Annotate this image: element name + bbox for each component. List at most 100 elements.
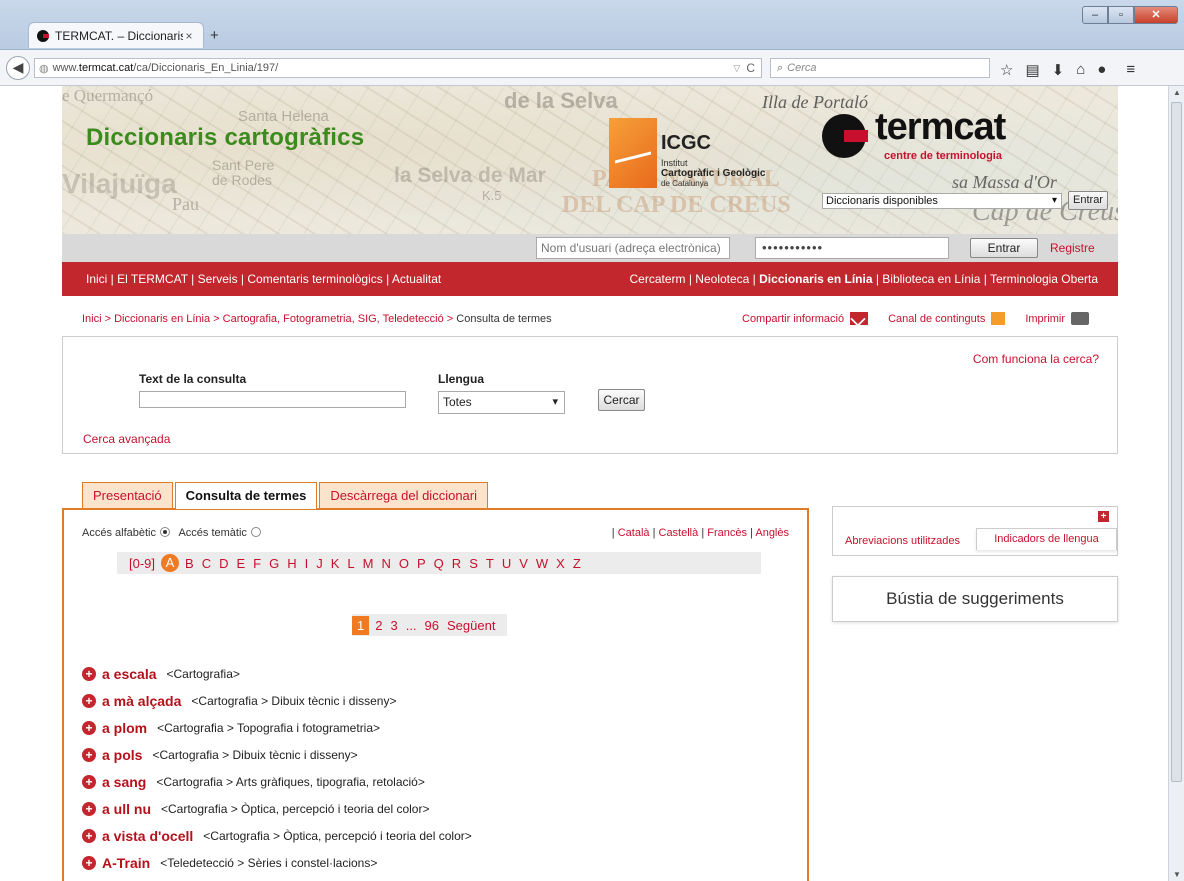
alpha-link[interactable]: K (331, 556, 340, 571)
pocket-icon[interactable]: ● (1097, 61, 1106, 79)
alpha-link[interactable]: Z (573, 556, 581, 571)
breadcrumb-links[interactable]: Inici > Diccionaris en Línia > Cartograf… (82, 313, 456, 325)
address-bar[interactable]: ◍ www. termcat.cat /ca/Diccionaris_En_Li… (34, 58, 762, 78)
alpha-link[interactable]: C (202, 556, 211, 571)
home-icon[interactable]: ⌂ (1076, 61, 1085, 79)
search-help-link[interactable]: Com funciona la cerca? (973, 352, 1099, 366)
username-input[interactable]: Nom d'usuari (adreça electrònica) (536, 237, 730, 259)
print-link[interactable]: Imprimir (1025, 313, 1065, 325)
alpha-link[interactable]: D (219, 556, 228, 571)
alpha-link[interactable]: P (417, 556, 426, 571)
scroll-thumb[interactable] (1171, 102, 1182, 782)
tab-abbreviations[interactable]: Abreviacions utilitzades (845, 535, 960, 547)
scroll-down-icon[interactable]: ▼ (1173, 870, 1181, 879)
search-button[interactable]: Cercar (598, 389, 645, 411)
language-select[interactable]: Totes (438, 391, 565, 414)
suggestions-box-button[interactable]: Bústia de suggeriments (832, 576, 1118, 622)
menu-right-links[interactable]: Cercaterm | Neoloteca | Diccionaris en L… (630, 272, 1098, 286)
alpha-link[interactable]: V (519, 556, 528, 571)
hamburger-menu-icon[interactable]: ≡ (1126, 61, 1135, 79)
site-title[interactable]: Diccionaris cartogràfics (86, 124, 364, 152)
lang-link-angles[interactable]: Anglès (755, 527, 789, 539)
termcat-logo-icon[interactable] (822, 114, 868, 158)
term-link[interactable]: a ull nu (102, 801, 151, 817)
page-link[interactable]: 96 (425, 618, 439, 633)
page-link-active[interactable]: 1 (352, 615, 370, 635)
alpha-link[interactable]: H (287, 556, 296, 571)
alpha-link-active[interactable]: A (161, 554, 180, 572)
tab-presentacio[interactable]: Presentació (82, 482, 173, 508)
feed-link[interactable]: Canal de continguts (888, 313, 985, 325)
termcat-name[interactable]: termcat (875, 106, 1006, 149)
expand-plus-icon[interactable]: + (82, 801, 96, 816)
reload-icon[interactable]: C (746, 61, 761, 75)
alpha-link[interactable]: X (556, 556, 565, 571)
alpha-link[interactable]: O (399, 556, 409, 571)
thematic-access-radio[interactable] (250, 527, 261, 537)
alpha-link-digits[interactable]: [0-9] (129, 556, 155, 571)
login-button[interactable]: Entrar (970, 238, 1038, 258)
alpha-link[interactable]: M (363, 556, 374, 571)
alpha-link[interactable]: R (452, 556, 461, 571)
dictionaries-go-button[interactable]: Entrar (1068, 191, 1108, 210)
share-link[interactable]: Compartir informació (742, 313, 844, 325)
advanced-search-link[interactable]: Cerca avançada (83, 432, 170, 446)
password-input[interactable]: ••••••••••• (755, 237, 949, 259)
expand-plus-icon[interactable]: + (1098, 511, 1109, 522)
menu-left-links[interactable]: Inici | El TERMCAT | Serveis | Comentari… (86, 272, 441, 286)
lang-link-castella[interactable]: Castellà (659, 527, 699, 539)
expand-plus-icon[interactable]: + (82, 828, 96, 843)
lang-link-frances[interactable]: Francès (707, 527, 747, 539)
alpha-link[interactable]: G (269, 556, 279, 571)
expand-plus-icon[interactable]: + (82, 774, 96, 789)
back-arrow-icon[interactable]: ◀ (6, 56, 30, 80)
menu-right-a[interactable]: Cercaterm | Neoloteca | (630, 272, 760, 286)
browser-search-input[interactable]: ⌕ Cerca (770, 58, 990, 78)
query-input[interactable] (139, 391, 406, 408)
menu-right-c[interactable]: | Biblioteca en Línia | Terminologia Obe… (873, 272, 1098, 286)
alpha-link[interactable]: U (502, 556, 511, 571)
lang-link-catala[interactable]: Català (618, 527, 650, 539)
expand-plus-icon[interactable]: + (82, 666, 96, 681)
page-scrollbar[interactable]: ▲ ▼ (1168, 86, 1184, 881)
alpha-link[interactable]: E (236, 556, 245, 571)
dictionaries-select[interactable]: Diccionaris disponibles (822, 193, 1062, 209)
printer-icon[interactable] (1071, 312, 1090, 325)
term-link[interactable]: a vista d'ocell (102, 828, 193, 844)
download-icon[interactable]: ⬇ (1052, 61, 1065, 79)
rss-icon[interactable] (991, 312, 1006, 325)
next-page-link[interactable]: Següent (447, 618, 495, 633)
term-link[interactable]: a sang (102, 774, 146, 790)
alpha-link[interactable]: L (347, 556, 354, 571)
tab-descarrega[interactable]: Descàrrega del diccionari (319, 482, 488, 508)
tab-close-icon[interactable]: × (183, 29, 195, 43)
term-link[interactable]: A-Train (102, 855, 150, 871)
new-tab-button[interactable]: + (210, 27, 219, 44)
mail-icon[interactable] (850, 312, 869, 325)
alpha-link[interactable]: N (381, 556, 390, 571)
browser-tab[interactable]: TERMCAT. – Diccionaris ca... × (28, 22, 204, 48)
alpha-access-radio[interactable] (159, 527, 170, 537)
menu-current-item[interactable]: Diccionaris en Línia (759, 272, 872, 286)
alpha-link[interactable]: W (536, 556, 548, 571)
reading-list-icon[interactable]: ▤ (1025, 61, 1039, 79)
bookmark-star-icon[interactable]: ☆ (1000, 61, 1013, 79)
close-window-button[interactable]: ✕ (1134, 6, 1178, 24)
minimize-button[interactable]: – (1082, 6, 1108, 24)
alpha-link[interactable]: F (253, 556, 261, 571)
alpha-link[interactable]: J (316, 556, 323, 571)
term-link[interactable]: a plom (102, 720, 147, 736)
register-link[interactable]: Registre (1050, 241, 1095, 255)
term-link[interactable]: a mà alçada (102, 693, 181, 709)
alpha-link[interactable]: I (305, 556, 309, 571)
scroll-up-icon[interactable]: ▲ (1173, 88, 1181, 97)
icgc-logo[interactable]: ICGC Institut Cartogràfic i Geològic de … (609, 118, 784, 188)
expand-plus-icon[interactable]: + (82, 720, 96, 735)
tab-consulta-termes[interactable]: Consulta de termes (174, 482, 318, 509)
page-link[interactable]: 3 (390, 618, 397, 633)
alpha-link[interactable]: T (486, 556, 494, 571)
expand-plus-icon[interactable]: + (82, 855, 96, 870)
page-link[interactable]: 2 (375, 618, 382, 633)
tab-language-indicators[interactable]: Indicadors de llengua (976, 528, 1117, 550)
term-link[interactable]: a pols (102, 747, 142, 763)
